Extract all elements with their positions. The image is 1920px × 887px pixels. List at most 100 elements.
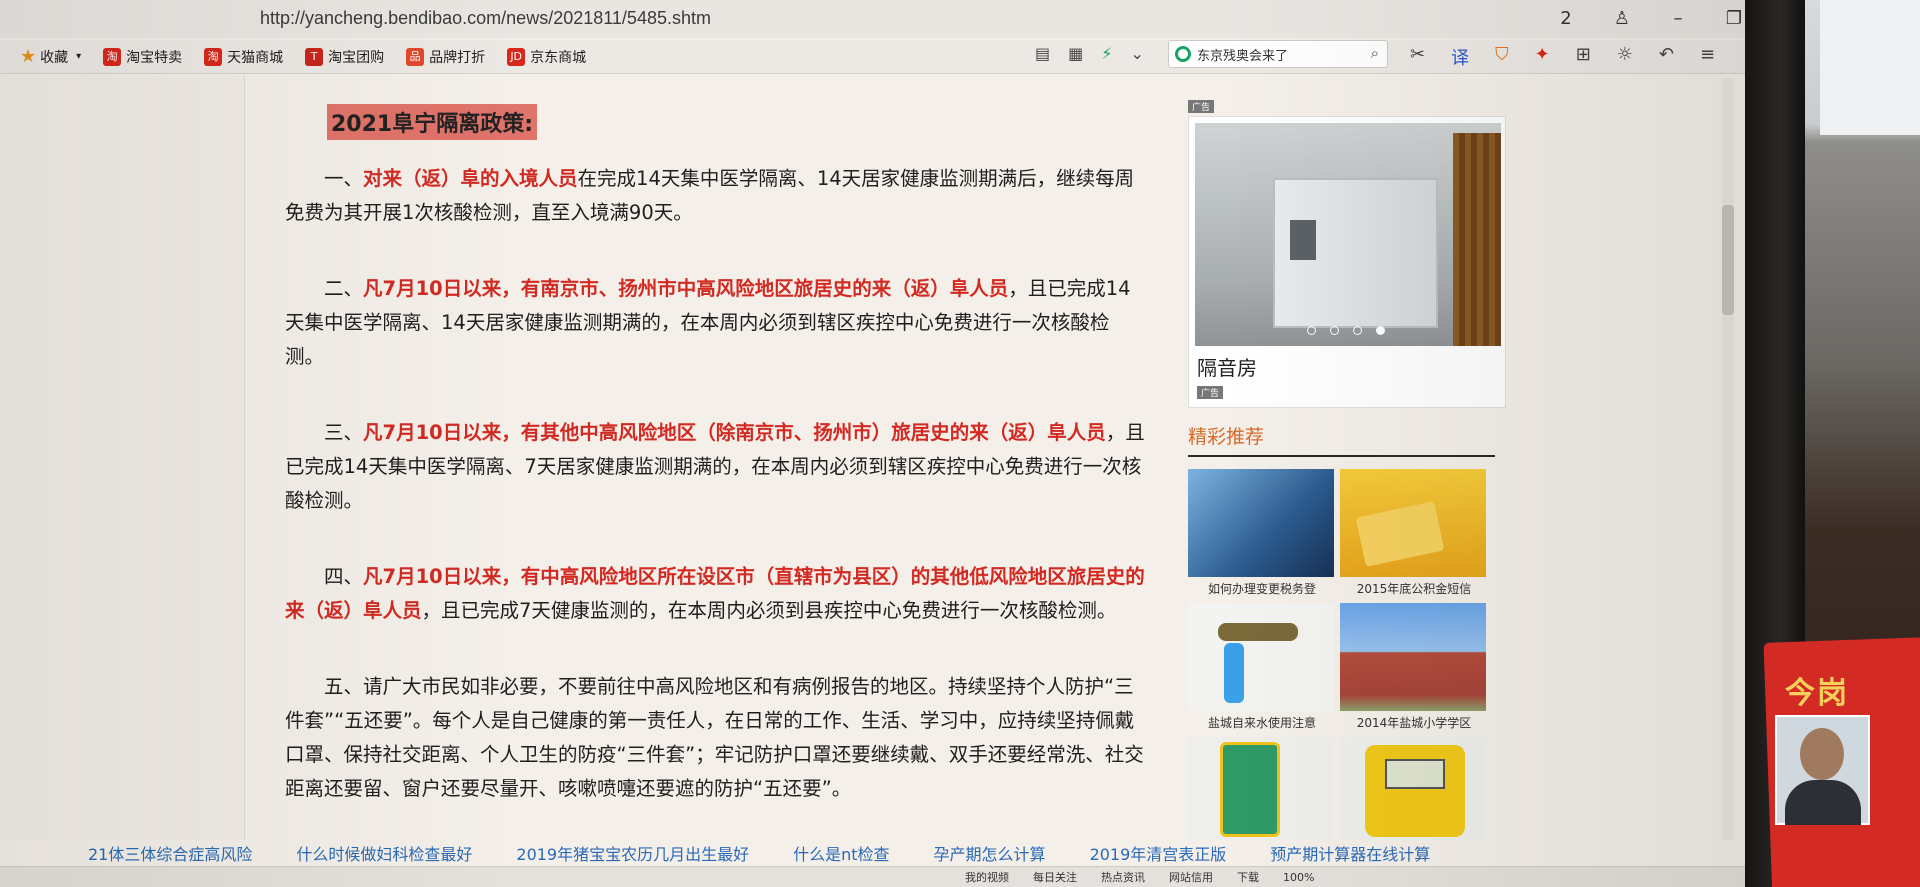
status-download[interactable]: 下载 <box>1237 869 1259 885</box>
bookmark-label: 淘宝团购 <box>328 49 385 66</box>
recommend-label[interactable]: 如何办理变更税务登 <box>1188 580 1336 597</box>
recommend-item[interactable] <box>1188 737 1336 845</box>
ad-banner[interactable]: 隔音房 广告 <box>1188 116 1506 408</box>
game-icon[interactable]: ✦ <box>1535 44 1550 70</box>
curtain <box>1453 133 1501 346</box>
bookmark-tmall[interactable]: 淘 天猫商城 <box>204 47 283 67</box>
address-tools: ▤ ▦ ⚡ ⌄ <box>1035 44 1144 63</box>
bookmark-jd[interactable]: JD 京东商城 <box>507 47 586 67</box>
recommend-title: 精彩推荐 <box>1188 422 1495 457</box>
bookmark-taobao-group[interactable]: T 淘宝团购 <box>305 47 384 67</box>
ad-image[interactable] <box>1195 123 1501 346</box>
bottom-link[interactable]: 21体三体综合症高风险 <box>88 841 252 865</box>
status-my-videos[interactable]: 我的视频 <box>965 869 1009 885</box>
water-graphic <box>1224 643 1244 703</box>
recommend-image[interactable] <box>1188 469 1334 577</box>
toolbar-extensions: ✂ 译 ⛉ ✦ ⊞ ☼ ↶ ≡ <box>1410 44 1715 70</box>
window-light <box>1820 0 1920 135</box>
status-zoom[interactable]: 100% <box>1283 871 1314 884</box>
bottom-link[interactable]: 2019年清宫表正版 <box>1090 841 1227 865</box>
recommend-label[interactable]: 2015年底公积金短信 <box>1340 580 1488 597</box>
bookmark-taobao-sale[interactable]: 淘 淘宝特卖 <box>103 47 182 67</box>
coins-graphic <box>1355 501 1445 567</box>
recommend-label[interactable]: 2014年盐城小学学区 <box>1340 714 1488 731</box>
chevron-down-icon[interactable]: ⌄ <box>1130 44 1143 63</box>
search-input[interactable]: 东京残奥会来了 ⌕ <box>1168 40 1388 68</box>
undo-icon[interactable]: ↶ <box>1659 44 1674 70</box>
recommend-item[interactable]: 如何办理变更税务登 <box>1188 469 1336 597</box>
tuan-icon: T <box>305 47 324 66</box>
recommend-item[interactable]: 2014年盐城小学学区 <box>1340 603 1488 731</box>
policy-paragraph-3: 三、凡7月10日以来，有其他中高风险地区（除南京市、扬州市）旅居史的来（返）阜人… <box>285 421 1145 512</box>
shield-icon[interactable]: ⛉ <box>1495 44 1509 70</box>
tab-count-icon[interactable]: 2 <box>1555 8 1577 30</box>
ad-caption[interactable]: 隔音房 <box>1197 352 1505 381</box>
right-sidebar: 广告 隔音房 广告 精彩推荐 如何办理变更税务登 2015年底公积金短信 盐城自… <box>1188 95 1508 845</box>
star-icon: ★ <box>20 46 37 67</box>
bookmark-brand-discount[interactable]: 品 品牌打折 <box>406 47 485 67</box>
recommend-item[interactable]: 盐城自来水使用注意 <box>1188 603 1336 731</box>
address-bar[interactable]: http://yancheng.bendibao.com/news/202181… <box>0 0 1745 38</box>
scissors-icon[interactable]: ✂ <box>1410 44 1425 70</box>
recommend-image[interactable] <box>1340 603 1486 711</box>
recommend-image[interactable] <box>1188 737 1334 845</box>
id-photo-body <box>1785 780 1861 825</box>
carousel-dot-2[interactable] <box>1330 326 1339 335</box>
soundproof-booth <box>1273 178 1438 328</box>
left-margin <box>0 75 245 850</box>
menu-icon[interactable]: ≡ <box>1700 44 1715 70</box>
minimize-icon[interactable]: – <box>1667 8 1689 30</box>
recommend-image[interactable] <box>1188 603 1334 711</box>
bottom-link[interactable]: 什么是nt检查 <box>793 841 889 865</box>
article-body: 2021阜宁隔离政策: 一、对来（返）阜的入境人员在完成14天集中医学隔离、14… <box>285 78 1145 806</box>
browser-window: http://yancheng.bendibao.com/news/202181… <box>0 0 1745 887</box>
article-heading: 2021阜宁隔离政策: <box>327 104 538 140</box>
device-screen <box>1385 759 1445 789</box>
poster-text: 今岗 <box>1785 676 1849 711</box>
status-bar: 我的视频 每日关注 热点资讯 网站信用 下载 100% <box>0 866 1745 887</box>
reader-icon[interactable]: ▤ <box>1035 44 1050 63</box>
carousel-dot-1[interactable] <box>1307 326 1316 335</box>
url-text[interactable]: http://yancheng.bendibao.com/news/202181… <box>260 8 711 29</box>
bookmark-label: 品牌打折 <box>429 49 486 66</box>
policy-paragraph-4: 四、凡7月10日以来，有中高风险地区所在设区市（直辖市为县区）的其他低风险地区旅… <box>285 565 1145 622</box>
translate-icon[interactable]: 译 <box>1451 44 1469 70</box>
carousel-dot-4[interactable] <box>1376 326 1385 335</box>
status-daily-focus[interactable]: 每日关注 <box>1033 869 1077 885</box>
carousel-dots[interactable] <box>1307 326 1385 335</box>
bottom-link[interactable]: 2019年猪宝宝农历几月出生最好 <box>516 841 749 865</box>
policy-paragraph-2: 二、凡7月10日以来，有南京市、扬州市中高风险地区旅居史的来（返）阜人员，且已完… <box>285 277 1131 368</box>
skin-icon[interactable]: ♙ <box>1611 8 1633 30</box>
recommend-label[interactable]: 盐城自来水使用注意 <box>1188 714 1336 731</box>
booth-window <box>1290 220 1316 260</box>
recommend-item[interactable] <box>1340 737 1488 845</box>
brightness-icon[interactable]: ☼ <box>1617 44 1633 70</box>
ad-tag-bottom: 广告 <box>1197 386 1224 399</box>
faucet-graphic <box>1218 623 1298 641</box>
restore-icon[interactable]: ❐ <box>1723 8 1745 30</box>
scrollbar-thumb[interactable] <box>1722 205 1734 315</box>
carousel-dot-3[interactable] <box>1353 326 1362 335</box>
id-photo-face <box>1800 728 1844 780</box>
status-hot-news[interactable]: 热点资讯 <box>1101 869 1145 885</box>
window-controls: 2 ♙ – ❐ ✕ <box>1555 8 1745 30</box>
bookmark-label: 京东商城 <box>530 49 587 66</box>
status-site-credit[interactable]: 网站信用 <box>1169 869 1213 885</box>
apps-grid-icon[interactable]: ⊞ <box>1576 44 1591 70</box>
recommend-image[interactable] <box>1340 737 1486 845</box>
recommend-grid: 如何办理变更税务登 2015年底公积金短信 盐城自来水使用注意 2014年盐城小… <box>1188 469 1508 845</box>
scrollbar-track[interactable] <box>1722 78 1734 848</box>
ad-tag: 广告 <box>1188 100 1215 113</box>
bookmark-label: 天猫商城 <box>227 49 284 66</box>
bookmark-favorites[interactable]: ★ 收藏 ▾ <box>20 46 81 67</box>
recommend-item[interactable]: 2015年底公积金短信 <box>1340 469 1488 597</box>
search-engine-icon <box>1175 46 1191 62</box>
bottom-link[interactable]: 孕产期怎么计算 <box>934 841 1046 865</box>
bottom-link[interactable]: 预产期计算器在线计算 <box>1270 841 1430 865</box>
bolt-icon[interactable]: ⚡ <box>1101 44 1112 63</box>
search-icon[interactable]: ⌕ <box>1371 44 1379 62</box>
grid-icon[interactable]: ▦ <box>1068 44 1083 63</box>
recommend-image[interactable] <box>1340 469 1486 577</box>
tmall-icon: 淘 <box>204 47 223 66</box>
bottom-link[interactable]: 什么时候做妇科检查最好 <box>296 841 472 865</box>
